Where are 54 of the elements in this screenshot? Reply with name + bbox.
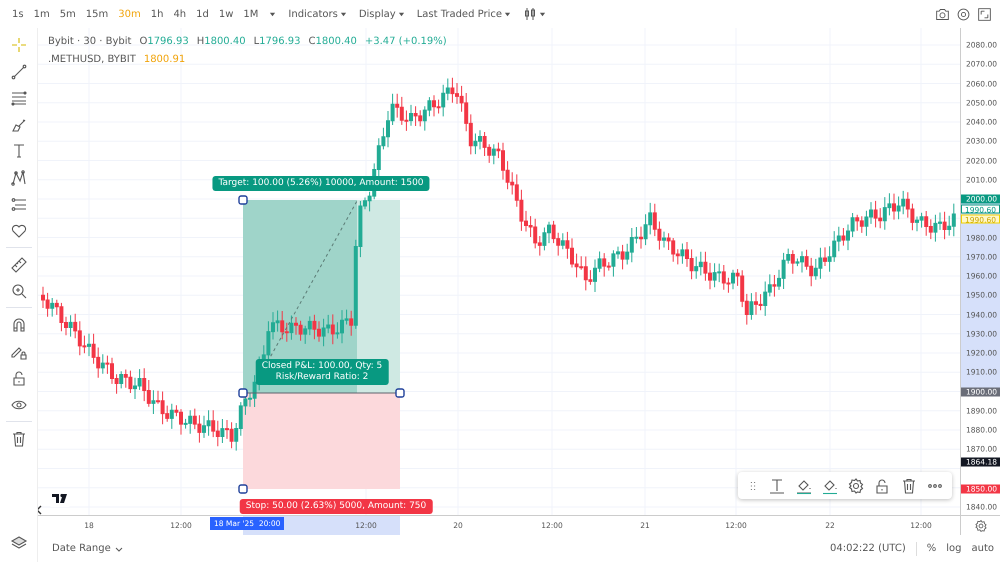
date-range-button[interactable]: Date Range	[52, 543, 123, 554]
ohlc-value: L1796.93	[254, 36, 301, 47]
resize-handle[interactable]	[238, 388, 248, 398]
price-change: +3.47 (+0.19%)	[364, 36, 447, 47]
chevron-down-icon	[114, 544, 123, 552]
interval-tab[interactable]: 1w	[214, 6, 238, 22]
ruler-icon	[10, 256, 28, 274]
pattern-tool[interactable]	[8, 168, 28, 186]
scale-option[interactable]: %	[926, 543, 936, 554]
interval-tab[interactable]: 1h	[146, 6, 168, 22]
caret-icon	[340, 10, 347, 18]
target-label: Target: 100.00 (5.26%) 10000, Amount: 1500	[212, 176, 430, 191]
zoom-in-icon	[10, 282, 28, 300]
candles-icon	[523, 7, 537, 21]
ruler-tool[interactable]	[8, 256, 28, 274]
parallel-lines-icon	[10, 89, 28, 107]
menu-button[interactable]: Last Traded Price	[412, 6, 516, 22]
parallel-lines-tool[interactable]	[8, 89, 28, 107]
camera-icon[interactable]	[935, 6, 950, 22]
resize-handle[interactable]	[238, 195, 248, 205]
scale-option[interactable]: log	[946, 543, 962, 554]
crosshair-icon	[10, 36, 28, 54]
interval-tab[interactable]: 4h	[169, 6, 190, 22]
clock-text: 04:02:22 (UTC)	[830, 543, 906, 554]
caret-icon	[398, 10, 405, 18]
ohlc-value: H1800.40	[196, 36, 246, 47]
scale-option[interactable]: auto	[971, 543, 994, 554]
interval-tab[interactable]: 1s	[8, 6, 28, 22]
trend-line-tool[interactable]	[8, 62, 28, 80]
interval-tab[interactable]: 15m	[82, 6, 112, 22]
caret-icon	[539, 10, 546, 18]
caret-icon	[504, 10, 511, 18]
stop-label: Stop: 50.00 (2.63%) 5000, Amount: 750	[240, 499, 432, 514]
fib-levels-icon	[10, 195, 28, 213]
interval-tab[interactable]: 5m	[56, 6, 80, 22]
trend-line-icon	[10, 62, 28, 80]
interval-tab[interactable]: 1M	[239, 6, 262, 22]
fib-levels-tool[interactable]	[8, 195, 28, 213]
text-icon[interactable]	[768, 476, 786, 494]
fullscreen-icon[interactable]	[977, 6, 992, 22]
pnl-label: Closed P&L: 100.00, Qty: 5 Risk/Reward Ratio: 2	[256, 359, 388, 385]
menu-button[interactable]: Indicators	[283, 6, 352, 22]
interval-tab[interactable]: 1d	[192, 6, 213, 22]
caret-icon	[269, 10, 276, 18]
interval-tab[interactable]: 1m	[30, 6, 54, 22]
pattern-icon	[10, 168, 28, 186]
ohlc-value: C1800.40	[308, 36, 357, 47]
resize-handle[interactable]	[395, 388, 405, 398]
symbol-name: .METHUSD, BYBIT	[48, 54, 136, 65]
resize-handle[interactable]	[238, 484, 248, 494]
symbol-value: 1800.91	[144, 54, 186, 65]
ohlc-value: O1796.93	[139, 36, 189, 47]
menu-button[interactable]: Display	[354, 6, 410, 22]
chart-title: Bybit · 30 · Bybit	[48, 36, 132, 47]
